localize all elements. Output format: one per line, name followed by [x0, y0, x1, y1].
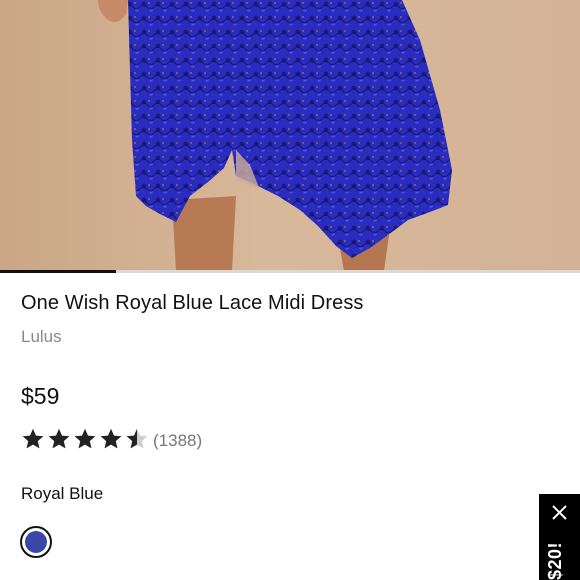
star-icon — [74, 428, 96, 448]
product-title: One Wish Royal Blue Lace Midi Dress — [21, 292, 364, 314]
selected-color-label: Royal Blue — [21, 484, 104, 503]
product-brand[interactable]: Lulus — [21, 327, 62, 347]
promo-text[interactable]: $20! — [545, 542, 566, 580]
gallery-progress-track — [0, 270, 580, 273]
gallery-progress-indicator — [0, 270, 116, 273]
close-icon[interactable] — [551, 504, 568, 521]
review-count[interactable]: (1388) — [153, 431, 202, 451]
star-icon — [22, 428, 44, 448]
swatch-fill — [25, 531, 47, 553]
star-icon — [100, 428, 122, 448]
rating-summary[interactable]: (1388) — [21, 428, 202, 454]
star-rating — [21, 427, 151, 456]
dress-photo — [98, 0, 452, 271]
star-icon — [126, 428, 148, 448]
product-price: $59 — [21, 383, 60, 409]
color-swatch-royal-blue[interactable] — [20, 526, 52, 558]
star-icon — [48, 428, 70, 448]
promo-tab[interactable]: $20! — [539, 494, 580, 580]
product-image[interactable] — [0, 0, 580, 271]
